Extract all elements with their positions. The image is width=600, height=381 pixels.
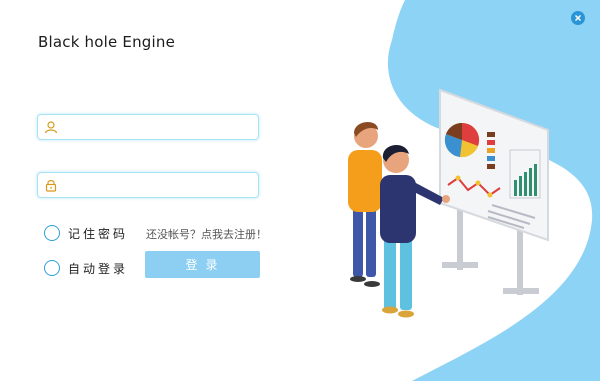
register-link[interactable]: 还没帐号？点我去注册！: [146, 226, 267, 242]
auto-login-radio[interactable]: [44, 260, 60, 276]
user-icon: [44, 121, 58, 134]
lock-icon: [45, 180, 57, 192]
auto-login-option[interactable]: 自动登录: [44, 259, 128, 277]
app-title: Black hole Engine: [38, 33, 176, 51]
auto-login-label: 自动登录: [68, 261, 129, 276]
username-field[interactable]: [37, 114, 259, 140]
remember-password-label: 记住密码: [68, 226, 129, 241]
remember-password-option[interactable]: 记住密码: [44, 224, 128, 242]
login-button[interactable]: 登录: [145, 251, 260, 278]
password-input[interactable]: [64, 175, 254, 195]
username-input[interactable]: [64, 117, 254, 137]
remember-password-radio[interactable]: [44, 225, 60, 241]
login-window: Black hole Engine 记住密码 自动登录 还没帐号？点我去注册！ …: [0, 0, 600, 381]
password-field[interactable]: [37, 172, 259, 198]
close-button[interactable]: [571, 11, 585, 25]
close-icon: [575, 15, 581, 21]
